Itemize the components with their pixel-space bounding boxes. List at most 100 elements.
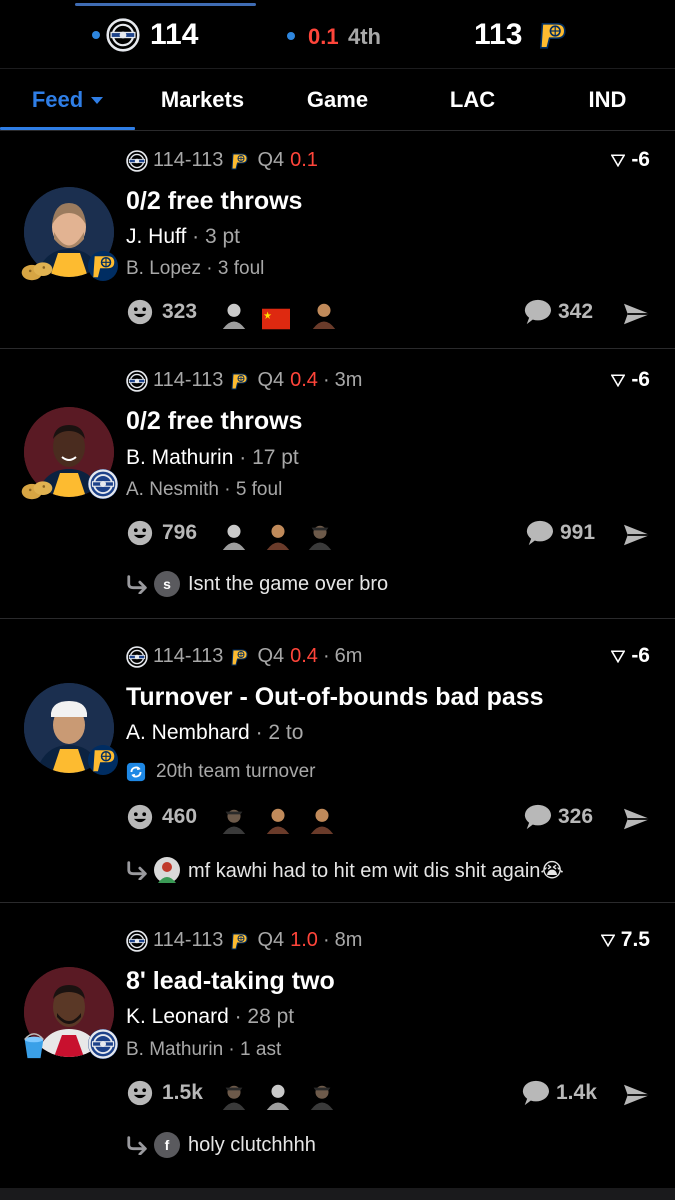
share-send-icon[interactable] (622, 1082, 652, 1108)
scoreboard-indicator (75, 3, 256, 6)
reactor-avatar-icon[interactable] (220, 1082, 248, 1110)
tab-ind[interactable]: IND (540, 69, 675, 131)
reactor-avatar-icon[interactable] (264, 1082, 292, 1110)
feed-item-score: 114-113 (153, 369, 224, 391)
comment-button[interactable]: 1.4k (520, 1079, 597, 1107)
lac-logo-icon (126, 930, 148, 952)
share-send-icon[interactable] (622, 806, 652, 832)
reactor-avatar-icon[interactable] (220, 806, 248, 834)
lac-logo-icon (126, 646, 148, 668)
comment-bubble-icon (522, 803, 552, 831)
feed-item-meta: 114-113 Q4 0.4 · 6m (126, 645, 362, 668)
feed-item-actions: 323 342 (126, 298, 656, 334)
reply-arrow-icon (126, 1135, 150, 1155)
player-name: B. Mathurin (126, 446, 234, 469)
reactor-avatar-icon[interactable] (264, 522, 292, 550)
feed-item-actions: 796 991 (126, 519, 656, 555)
player-stat: 2 to (268, 721, 304, 744)
feed-item-line[interactable]: 7.5 (601, 928, 650, 952)
feed-item-line-value: -6 (631, 644, 650, 667)
user-avatar-icon (158, 862, 176, 883)
secondary-player: B. Mathurin (126, 1039, 224, 1060)
comment-bubble-icon (524, 519, 554, 547)
feed-item-actions: 460 326 (126, 803, 656, 839)
reactor-avatar-icon[interactable] (308, 806, 336, 834)
potato-icon (20, 476, 54, 502)
lac-logo-icon (106, 18, 140, 52)
feed-item-score: 114-113 (153, 645, 224, 667)
top-reply[interactable]: f holy clutchhhh (126, 1132, 316, 1158)
feed-item-secondary: A. Nesmith · 5 foul (126, 479, 283, 500)
top-reply[interactable]: s Isnt the game over bro (126, 571, 388, 597)
lac-logo-icon (126, 370, 148, 392)
feed-item-headline: 0/2 free throws (126, 187, 303, 215)
feed-item-score: 114-113 (153, 149, 224, 171)
feed-item-clock: 0.1 (290, 149, 318, 171)
feed-item[interactable]: 114-113 Q4 0.1 -6 0/2 free throws J. Huf… (0, 131, 675, 349)
feed-item-player[interactable]: B. Mathurin · 17 pt (126, 446, 299, 470)
player-stat: 3 pt (204, 225, 241, 248)
reaction-button[interactable]: 460 (126, 803, 197, 831)
feed-item-line-value: 7.5 (620, 928, 650, 951)
comment-button[interactable]: 342 (522, 298, 593, 326)
reactor-avatar-icon[interactable] (264, 806, 292, 834)
reaction-count: 1.5k (162, 1081, 203, 1104)
reply-arrow-icon (126, 860, 150, 880)
tab-feed[interactable]: Feed (0, 69, 135, 131)
reaction-button[interactable]: 796 (126, 519, 197, 547)
comment-button[interactable]: 326 (522, 803, 593, 831)
reactor-avatar-icon[interactable] (310, 301, 338, 329)
feed-item-clock: 0.4 (290, 369, 318, 391)
tab-lac[interactable]: LAC (405, 69, 540, 131)
feed-item-quarter: Q4 (257, 645, 285, 667)
china-flag-icon[interactable] (262, 305, 290, 333)
share-send-icon[interactable] (622, 522, 652, 548)
comment-bubble-icon (522, 298, 552, 326)
feed-item-player[interactable]: J. Huff · 3 pt (126, 225, 240, 249)
tab-markets[interactable]: Markets (135, 69, 270, 131)
reactor-avatar-icon[interactable] (220, 522, 248, 550)
lac-logo-icon (88, 1029, 118, 1059)
ind-logo-icon (88, 251, 118, 281)
feed-item-player[interactable]: K. Leonard · 28 pt (126, 1005, 294, 1029)
secondary-player: B. Lopez (126, 258, 201, 279)
feed-item-line-value: -6 (631, 148, 650, 171)
secondary-player: 20th team turnover (156, 761, 316, 782)
feed-item-actions: 1.5k 1.4k (126, 1079, 656, 1115)
top-reply[interactable]: mf kawhi had to hit em wit dis shit agai… (126, 857, 564, 883)
comment-count: 1.4k (556, 1081, 597, 1104)
feed-item-line[interactable]: -6 (611, 644, 650, 668)
reactor-avatar-icon[interactable] (220, 301, 248, 329)
feed-item-line[interactable]: -6 (611, 368, 650, 392)
reply-avatar: f (154, 1132, 180, 1158)
refresh-icon (126, 762, 146, 782)
feed-item-line-value: -6 (631, 368, 650, 391)
feed-item-time-ago: 8m (334, 929, 363, 951)
feed-item-headline: 0/2 free throws (126, 407, 303, 435)
active-tab-underline (0, 127, 135, 130)
reaction-button[interactable]: 323 (126, 298, 197, 326)
bottom-bar (0, 1188, 675, 1200)
tab-game[interactable]: Game (270, 69, 405, 131)
reactor-avatar-icon[interactable] (306, 522, 334, 550)
feed-item[interactable]: 114-113 Q4 1.0 · 8m 7.5 8' lead-taking t… (0, 903, 675, 1188)
comment-button[interactable]: 991 (524, 519, 595, 547)
reaction-button[interactable]: 1.5k (126, 1079, 203, 1107)
feed-item-clock: 1.0 (290, 929, 318, 951)
feed-item[interactable]: 114-113 Q4 0.4 · 6m -6 Turnover - Out-of… (0, 619, 675, 903)
reaction-count: 460 (162, 805, 198, 828)
smile-icon (126, 519, 154, 547)
possession-dot (92, 31, 100, 39)
feed-item-meta: 114-113 Q4 1.0 · 8m (126, 929, 362, 952)
player-stat: 28 pt (247, 1005, 295, 1028)
feed-item-time-ago: 3m (334, 369, 363, 391)
chevron-down-icon[interactable] (91, 96, 104, 104)
comment-bubble-icon (520, 1079, 550, 1107)
share-send-icon[interactable] (622, 301, 652, 327)
feed-item-quarter: Q4 (257, 369, 285, 391)
feed-item-line[interactable]: -6 (611, 148, 650, 172)
line-movement-icon (611, 650, 625, 663)
feed-item-player[interactable]: A. Nembhard · 2 to (126, 721, 303, 745)
feed-item[interactable]: 114-113 Q4 0.4 · 3m -6 0/2 free throws B… (0, 349, 675, 619)
reactor-avatar-icon[interactable] (308, 1082, 336, 1110)
